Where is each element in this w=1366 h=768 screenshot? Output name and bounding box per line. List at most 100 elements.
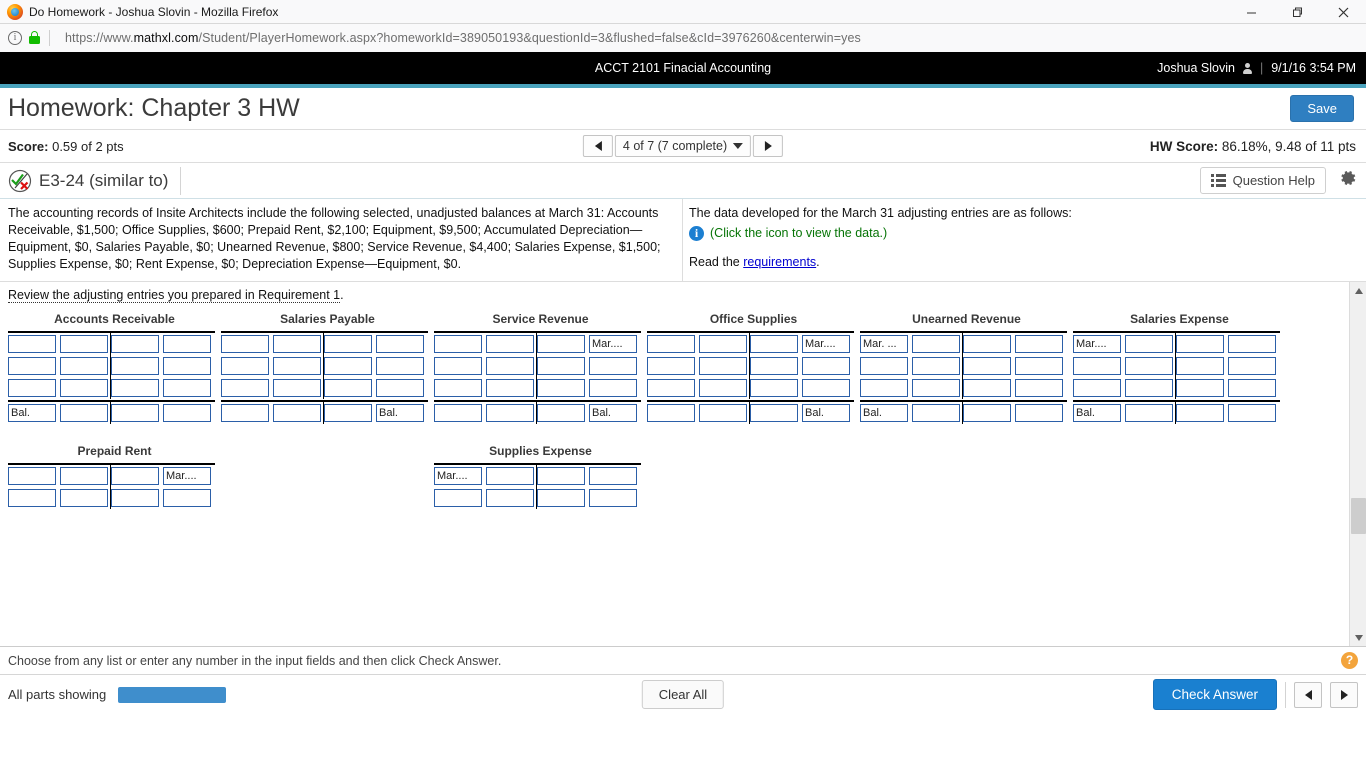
debit-input[interactable]	[60, 489, 108, 507]
credit-input[interactable]	[111, 467, 159, 485]
credit-input[interactable]	[163, 335, 211, 353]
debit-input[interactable]	[221, 379, 269, 397]
debit-input[interactable]	[221, 357, 269, 375]
credit-input[interactable]	[537, 379, 585, 397]
check-answer-button[interactable]: Check Answer	[1153, 679, 1277, 710]
debit-input[interactable]: Mar....	[434, 467, 482, 485]
debit-input[interactable]	[912, 335, 960, 353]
credit-input[interactable]	[376, 379, 424, 397]
credit-input[interactable]	[802, 357, 850, 375]
debit-input[interactable]	[699, 335, 747, 353]
debit-input[interactable]	[8, 335, 56, 353]
scrollbar-thumb[interactable]	[1351, 498, 1366, 534]
credit-input[interactable]	[1176, 335, 1224, 353]
debit-input[interactable]: Bal.	[1073, 404, 1121, 422]
debit-input[interactable]	[912, 379, 960, 397]
debit-input[interactable]	[60, 379, 108, 397]
credit-input[interactable]	[589, 357, 637, 375]
credit-input[interactable]	[589, 379, 637, 397]
debit-input[interactable]	[647, 357, 695, 375]
credit-input[interactable]	[963, 335, 1011, 353]
debit-input[interactable]	[8, 357, 56, 375]
gear-icon[interactable]	[1338, 168, 1358, 193]
credit-input[interactable]	[324, 404, 372, 422]
debit-input[interactable]	[699, 404, 747, 422]
debit-input[interactable]	[912, 404, 960, 422]
credit-input[interactable]	[376, 335, 424, 353]
maximize-button[interactable]	[1274, 0, 1320, 24]
debit-input[interactable]	[273, 335, 321, 353]
save-button[interactable]: Save	[1290, 95, 1354, 122]
site-info-icon[interactable]: i	[8, 31, 22, 45]
work-area-scrollbar[interactable]	[1349, 282, 1366, 646]
credit-input[interactable]: Bal.	[376, 404, 424, 422]
credit-input[interactable]	[376, 357, 424, 375]
debit-input[interactable]	[912, 357, 960, 375]
close-button[interactable]	[1320, 0, 1366, 24]
debit-input[interactable]	[1073, 357, 1121, 375]
credit-input[interactable]	[1228, 404, 1276, 422]
debit-input[interactable]	[8, 379, 56, 397]
minimize-button[interactable]	[1228, 0, 1274, 24]
credit-input[interactable]	[1228, 335, 1276, 353]
credit-input[interactable]: Mar....	[589, 335, 637, 353]
debit-input[interactable]	[860, 379, 908, 397]
debit-input[interactable]	[434, 489, 482, 507]
debit-input[interactable]	[486, 489, 534, 507]
address-bar[interactable]: i https://www.mathxl.com/Student/PlayerH…	[0, 24, 1366, 52]
credit-input[interactable]	[537, 467, 585, 485]
credit-input[interactable]	[111, 335, 159, 353]
requirements-link[interactable]: requirements	[743, 255, 816, 269]
credit-input[interactable]	[324, 335, 372, 353]
debit-input[interactable]	[486, 467, 534, 485]
question-help-button[interactable]: Question Help	[1200, 167, 1326, 194]
debit-input[interactable]	[434, 404, 482, 422]
view-data-line[interactable]: i (Click the icon to view the data.)	[689, 225, 1356, 242]
debit-input[interactable]	[273, 404, 321, 422]
debit-input[interactable]	[8, 489, 56, 507]
debit-input[interactable]	[486, 404, 534, 422]
debit-input[interactable]	[699, 379, 747, 397]
question-select[interactable]: 4 of 7 (7 complete)	[615, 135, 751, 157]
requirement-text[interactable]: Review the adjusting entries you prepare…	[8, 288, 340, 303]
credit-input[interactable]	[963, 404, 1011, 422]
credit-input[interactable]	[1015, 404, 1063, 422]
credit-input[interactable]	[802, 379, 850, 397]
debit-input[interactable]	[1125, 335, 1173, 353]
debit-input[interactable]	[1125, 379, 1173, 397]
credit-input[interactable]	[111, 404, 159, 422]
credit-input[interactable]	[963, 357, 1011, 375]
credit-input[interactable]	[163, 489, 211, 507]
scroll-up-button[interactable]	[1350, 282, 1366, 299]
debit-input[interactable]: Mar. ...	[860, 335, 908, 353]
debit-input[interactable]	[60, 404, 108, 422]
debit-input[interactable]	[1073, 379, 1121, 397]
debit-input[interactable]	[1125, 357, 1173, 375]
credit-input[interactable]	[163, 357, 211, 375]
help-icon[interactable]: ?	[1341, 652, 1358, 669]
scroll-down-button[interactable]	[1350, 629, 1366, 646]
credit-input[interactable]	[537, 357, 585, 375]
credit-input[interactable]	[324, 357, 372, 375]
credit-input[interactable]	[1176, 404, 1224, 422]
credit-input[interactable]	[1228, 357, 1276, 375]
credit-input[interactable]	[750, 404, 798, 422]
credit-input[interactable]	[537, 335, 585, 353]
debit-input[interactable]	[434, 379, 482, 397]
debit-input[interactable]	[273, 357, 321, 375]
credit-input[interactable]	[750, 357, 798, 375]
credit-input[interactable]	[163, 404, 211, 422]
next-part-button[interactable]	[1330, 682, 1358, 708]
credit-input[interactable]	[1015, 379, 1063, 397]
debit-input[interactable]	[647, 379, 695, 397]
credit-input[interactable]: Bal.	[802, 404, 850, 422]
credit-input[interactable]	[750, 335, 798, 353]
credit-input[interactable]	[1176, 379, 1224, 397]
debit-input[interactable]: Bal.	[860, 404, 908, 422]
debit-input[interactable]	[486, 357, 534, 375]
user-avatar-icon[interactable]	[1243, 63, 1252, 74]
credit-input[interactable]	[163, 379, 211, 397]
debit-input[interactable]	[273, 379, 321, 397]
credit-input[interactable]	[537, 489, 585, 507]
debit-input[interactable]	[860, 357, 908, 375]
